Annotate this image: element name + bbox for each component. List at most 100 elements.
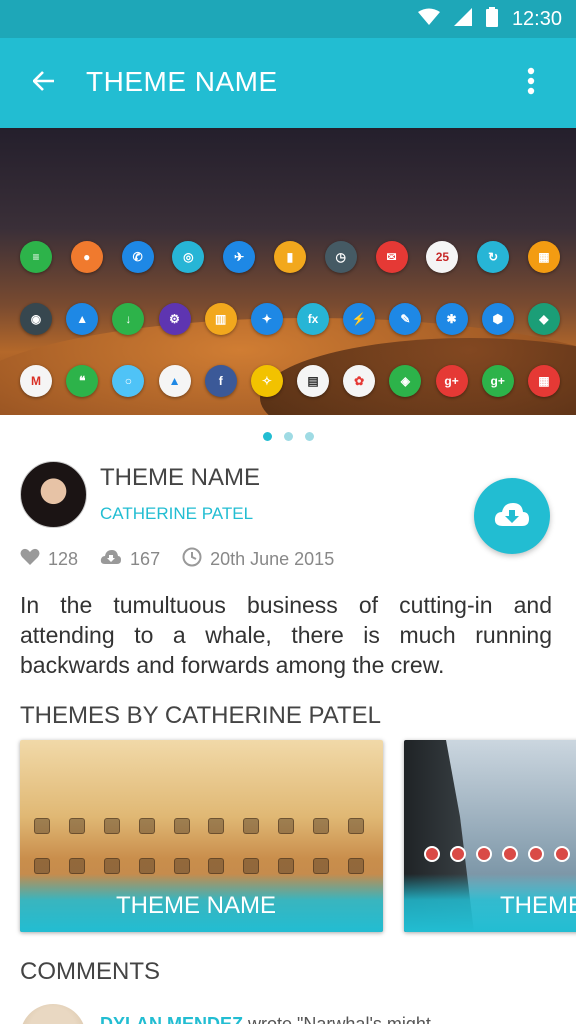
mini-app-icon: [208, 858, 225, 874]
mini-app-icon: [528, 846, 544, 862]
cloud-download-icon: [100, 549, 122, 570]
mini-app-icon: [34, 818, 50, 834]
card-caption: THEME NAME: [500, 892, 576, 919]
download-button[interactable]: [474, 478, 550, 554]
card-caption-bar: THEME NAME: [20, 874, 383, 932]
status-bar: 12:30: [0, 0, 576, 38]
app-icon: ↓: [112, 303, 145, 335]
mini-app-icon: [103, 818, 120, 834]
author-link[interactable]: CATHERINE PATEL: [100, 504, 253, 524]
app-icon: ▲: [66, 303, 99, 335]
arrow-back-icon: [32, 71, 55, 95]
battery-icon: [485, 7, 498, 31]
back-button[interactable]: [28, 67, 60, 99]
app-icon: ↻: [477, 241, 510, 273]
app-icon: ✉: [375, 241, 408, 273]
app-icon: ⬢: [481, 303, 514, 335]
theme-title: THEME NAME: [100, 464, 261, 491]
mini-app-icon: [138, 858, 155, 874]
theme-preview-image[interactable]: ≡ ● ✆ ◎ ✈ ▮ ◷ ✉ 25 ↻ ▦ ◉ ▲ ↓ ⚙ ▥ ✦ fx ⚡ ✎ ✱ ⬢ ◆ M ❝ ○ ▲ f ✧ ▤ ✿ ◈ g+ g+…: [0, 128, 576, 415]
mini-app-icon: [243, 858, 260, 874]
theme-card[interactable]: THEME NAME: [404, 740, 576, 932]
page-dot[interactable]: [262, 432, 272, 441]
clock-icon: [182, 547, 202, 572]
downloads-stat: 167: [100, 549, 160, 570]
icon-row: M ❝ ○ ▲ f ✧ ▤ ✿ ◈ g+ g+ ▦: [20, 365, 560, 397]
app-icon: ◈: [389, 365, 422, 397]
app-icon: ▮: [273, 241, 306, 273]
more-vert-icon: [527, 67, 535, 99]
mini-app-icon: [103, 858, 120, 874]
status-time: 12:30: [511, 7, 562, 30]
app-icon: ✦: [250, 303, 283, 335]
publish-date: 20th June 2015: [210, 549, 335, 569]
icon-row: ≡ ● ✆ ◎ ✈ ▮ ◷ ✉ 25 ↻ ▦: [20, 241, 560, 273]
app-icon: M: [20, 365, 52, 397]
mini-app-icon: [554, 846, 570, 862]
app-icon: g+: [481, 365, 514, 397]
theme-card[interactable]: THEME NAME: [20, 740, 383, 932]
page-dot[interactable]: [283, 432, 293, 441]
icon-preview-row: [34, 818, 364, 834]
more-themes-heading: THEMES BY CATHERINE PATEL: [20, 702, 381, 729]
downloads-count: 167: [130, 549, 161, 569]
likes-stat[interactable]: 128: [20, 548, 78, 571]
app-icon: ◷: [324, 241, 357, 273]
app-icon: ◆: [527, 303, 560, 335]
page-dot[interactable]: [304, 432, 314, 441]
date-stat: 20th June 2015: [182, 547, 334, 572]
mini-app-icon: [243, 818, 260, 834]
app-icon: ❝: [66, 365, 99, 397]
page-indicator: [0, 432, 576, 441]
app-bar: THEME NAME: [0, 38, 576, 128]
mini-app-icon: [278, 858, 295, 874]
app-icon: f: [204, 365, 237, 397]
mini-app-icon: [450, 846, 466, 862]
mini-app-icon: [476, 846, 492, 862]
app-icon: ✈: [223, 241, 256, 273]
mini-app-icon: [502, 846, 518, 862]
app-icon: ◎: [172, 241, 205, 273]
signal-icon: [453, 8, 472, 30]
overflow-menu-button[interactable]: [516, 67, 546, 99]
app-icon: ✧: [250, 365, 283, 397]
mini-app-icon: [138, 818, 155, 834]
app-icon: ≡: [20, 241, 52, 273]
card-caption-bar: THEME NAME: [404, 874, 576, 932]
app-icon: ●: [70, 241, 103, 273]
comment-text: wrote "Narwhal's might...: [248, 1014, 446, 1024]
mini-app-icon: [278, 818, 295, 834]
icon-preview-row: [34, 858, 364, 874]
theme-stats: 128 167 20th June 2015: [20, 547, 356, 572]
app-bar-title: THEME NAME: [86, 66, 278, 97]
app-icon: ✆: [121, 241, 154, 273]
app-icon: ▤: [297, 365, 330, 397]
mini-app-icon: [347, 858, 364, 874]
status-icons: 12:30: [417, 6, 562, 32]
comment-preview[interactable]: DYLAN MENDEZ wrote "Narwhal's might...: [100, 1014, 446, 1024]
commenter-avatar[interactable]: [20, 1004, 86, 1024]
mini-app-icon: [68, 858, 85, 874]
app-icon: ▲: [158, 365, 191, 397]
comment-author[interactable]: DYLAN MENDEZ: [100, 1014, 243, 1024]
cloud-download-icon: [494, 501, 530, 531]
app-icon: ✿: [343, 365, 376, 397]
mini-app-icon: [34, 858, 50, 874]
mini-app-icon: [173, 858, 190, 874]
author-avatar[interactable]: [20, 461, 87, 528]
card-caption: THEME NAME: [116, 892, 277, 919]
heart-icon: [20, 548, 40, 571]
icon-preview-row: [424, 846, 576, 862]
mini-app-icon: [313, 818, 329, 834]
app-icon: ▦: [527, 241, 560, 273]
app-icon: ◉: [20, 303, 52, 335]
mini-app-icon: [208, 818, 225, 834]
app-icon: ⚙: [158, 303, 191, 335]
app-icon: g+: [435, 365, 468, 397]
app-icon: ○: [112, 365, 145, 397]
app-icon: ✎: [389, 303, 422, 335]
mini-app-icon: [347, 818, 364, 834]
theme-description: In the tumultuous business of cutting-in…: [20, 592, 552, 678]
app-icon: ⚡: [343, 303, 376, 335]
app-icon: fx: [297, 303, 330, 335]
